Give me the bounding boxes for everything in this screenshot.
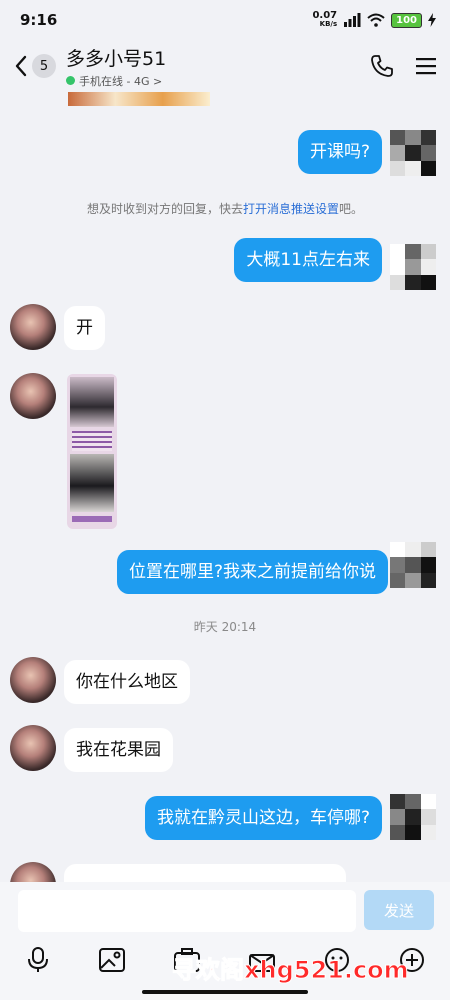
chat-header: 5 多多小号51 手机在线 - 4G >	[0, 40, 450, 92]
status-time: 9:16	[20, 11, 58, 29]
online-status: 手机在线 - 4G >	[66, 73, 166, 89]
message-input[interactable]	[18, 890, 356, 932]
image-icon[interactable]	[94, 942, 130, 978]
incoming-message[interactable]: 我在花果园	[64, 728, 173, 772]
chat-title: 多多小号51	[66, 47, 167, 70]
contact-avatar[interactable]	[10, 657, 56, 703]
contact-avatar[interactable]	[10, 862, 56, 882]
watermark: 寻欢阁xhg521.com	[172, 956, 410, 985]
my-avatar[interactable]	[390, 130, 436, 176]
outgoing-message[interactable]: 我就在黔灵山这边，车停哪?	[144, 796, 382, 840]
chat-title-block[interactable]: 多多小号51 手机在线 - 4G >	[66, 44, 166, 89]
online-dot-icon	[66, 76, 75, 85]
send-button[interactable]: 发送	[364, 890, 434, 930]
signal-icon	[344, 13, 361, 27]
charging-icon	[428, 13, 436, 27]
contact-avatar[interactable]	[10, 304, 56, 350]
menu-icon[interactable]	[416, 57, 436, 75]
unread-count-badge: 5	[32, 54, 56, 78]
system-notice-suffix: 吧。	[339, 202, 364, 216]
system-notice: 想及时收到对方的回复，快去打开消息推送设置吧。	[0, 200, 450, 217]
contact-avatar[interactable]	[10, 725, 56, 771]
incoming-message[interactable]: 开	[64, 306, 105, 350]
net-speed-unit: KB/s	[319, 20, 338, 28]
header-actions	[370, 54, 436, 78]
status-bar: 9:16 0.07 KB/s 100	[0, 0, 450, 40]
system-notice-text: 想及时收到对方的回复，快去	[86, 202, 243, 216]
my-avatar[interactable]	[390, 244, 436, 290]
net-speed-value: 0.07	[312, 10, 338, 21]
incoming-message-partial[interactable]	[64, 864, 346, 882]
status-indicators: 0.07 KB/s 100	[312, 11, 436, 29]
incoming-image-message[interactable]	[67, 374, 117, 529]
message-timestamp: 昨天 20:14	[193, 620, 257, 634]
my-avatar[interactable]	[390, 542, 436, 588]
net-speed: 0.07 KB/s	[312, 11, 337, 29]
chat-message-list[interactable]: 开课吗? 想及时收到对方的回复，快去打开消息推送设置吧。 大概11点左右来 开 …	[0, 92, 450, 882]
contact-avatar[interactable]	[10, 373, 56, 419]
push-settings-link[interactable]: 打开消息推送设置	[243, 202, 339, 216]
back-button[interactable]: 5	[14, 54, 56, 78]
wifi-icon	[367, 13, 385, 27]
home-indicator[interactable]	[142, 990, 308, 994]
outgoing-message[interactable]: 位置在哪里?我来之前提前给你说	[116, 550, 388, 594]
outgoing-message[interactable]: 大概11点左右来	[234, 238, 382, 282]
online-status-text: 手机在线 - 4G >	[79, 74, 163, 88]
phone-icon[interactable]	[370, 54, 394, 78]
previous-image-message[interactable]	[68, 92, 210, 106]
back-chevron-icon	[15, 55, 27, 77]
my-avatar[interactable]	[390, 794, 436, 840]
incoming-message[interactable]: 你在什么地区	[64, 660, 190, 704]
mic-icon[interactable]	[20, 942, 56, 978]
battery-indicator: 100	[391, 12, 422, 28]
outgoing-message[interactable]: 开课吗?	[297, 130, 382, 174]
